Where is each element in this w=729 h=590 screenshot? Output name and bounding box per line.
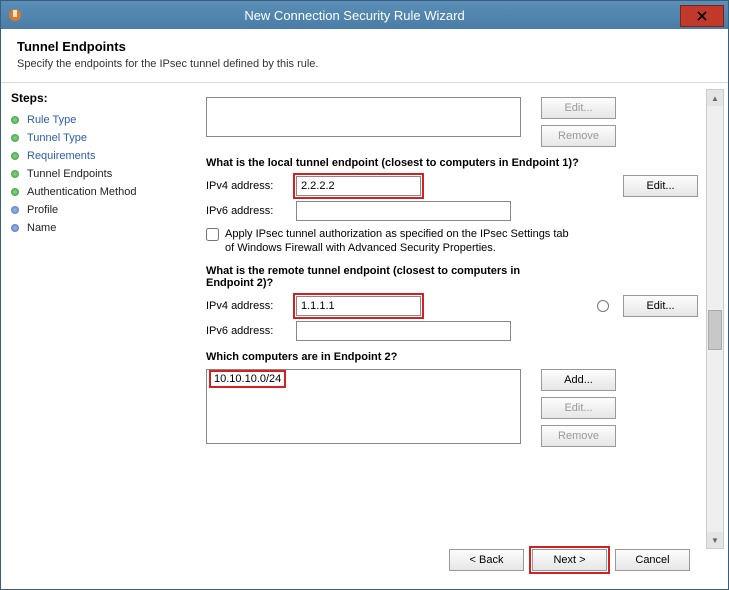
endpoint2-remove-button[interactable]: Remove: [541, 425, 616, 447]
step-rule-type[interactable]: Rule Type: [11, 111, 176, 129]
remote-ipv4-input[interactable]: [296, 296, 421, 316]
close-button[interactable]: [680, 5, 724, 27]
step-profile[interactable]: Profile: [11, 201, 176, 219]
local-edit-button[interactable]: Edit...: [623, 175, 698, 197]
window-title: New Connection Security Rule Wizard: [29, 8, 680, 23]
remote-radio[interactable]: [597, 300, 609, 312]
endpoint2-listbox[interactable]: 10.10.10.0/24: [206, 369, 521, 444]
endpoint2-add-button[interactable]: Add...: [541, 369, 616, 391]
vertical-scrollbar[interactable]: ▲ ▼: [706, 89, 724, 549]
scroll-thumb[interactable]: [708, 310, 722, 350]
app-icon: [7, 7, 23, 23]
step-requirements[interactable]: Requirements: [11, 147, 176, 165]
page-header: Tunnel Endpoints Specify the endpoints f…: [1, 29, 728, 83]
steps-heading: Steps:: [11, 91, 176, 105]
step-name[interactable]: Name: [11, 219, 176, 237]
endpoint1-listbox[interactable]: [206, 97, 521, 137]
remote-ipv4-label: IPv4 address:: [206, 300, 296, 312]
page-subtitle: Specify the endpoints for the IPsec tunn…: [17, 58, 712, 70]
local-ipv6-label: IPv6 address:: [206, 205, 296, 217]
endpoint1-edit-button[interactable]: Edit...: [541, 97, 616, 119]
bullet-icon: [11, 188, 19, 196]
scroll-up-icon[interactable]: ▲: [707, 90, 723, 106]
wizard-footer: < Back Next > Cancel: [449, 539, 718, 571]
bullet-icon: [11, 152, 19, 160]
next-button[interactable]: Next >: [532, 549, 607, 571]
endpoint2-item[interactable]: 10.10.10.0/24: [212, 373, 283, 385]
back-button[interactable]: < Back: [449, 549, 524, 571]
local-ipv6-input[interactable]: [296, 201, 511, 221]
bullet-icon: [11, 206, 19, 214]
step-auth-method[interactable]: Authentication Method: [11, 183, 176, 201]
ipsec-auth-checkbox[interactable]: [206, 228, 219, 241]
remote-ipv6-label: IPv6 address:: [206, 325, 296, 337]
ipsec-auth-label: Apply IPsec tunnel authorization as spec…: [225, 227, 575, 255]
endpoint1-remove-button[interactable]: Remove: [541, 125, 616, 147]
remote-heading: What is the remote tunnel endpoint (clos…: [206, 265, 566, 289]
step-tunnel-type[interactable]: Tunnel Type: [11, 129, 176, 147]
main-panel: Edit... Remove What is the local tunnel …: [186, 83, 728, 558]
cancel-button[interactable]: Cancel: [615, 549, 690, 571]
bullet-icon: [11, 134, 19, 142]
step-tunnel-endpoints[interactable]: Tunnel Endpoints: [11, 165, 176, 183]
bullet-icon: [11, 116, 19, 124]
page-title: Tunnel Endpoints: [17, 39, 712, 54]
endpoint2-heading: Which computers are in Endpoint 2?: [206, 351, 698, 363]
wizard-window: New Connection Security Rule Wizard Tunn…: [0, 0, 729, 590]
bullet-icon: [11, 170, 19, 178]
steps-sidebar: Steps: Rule Type Tunnel Type Requirement…: [1, 83, 186, 558]
local-ipv4-input[interactable]: [296, 176, 421, 196]
local-heading: What is the local tunnel endpoint (close…: [206, 157, 698, 169]
local-ipv4-label: IPv4 address:: [206, 180, 296, 192]
titlebar: New Connection Security Rule Wizard: [1, 1, 728, 29]
remote-ipv6-input[interactable]: [296, 321, 511, 341]
remote-edit-button[interactable]: Edit...: [623, 295, 698, 317]
endpoint2-edit-button[interactable]: Edit...: [541, 397, 616, 419]
bullet-icon: [11, 224, 19, 232]
